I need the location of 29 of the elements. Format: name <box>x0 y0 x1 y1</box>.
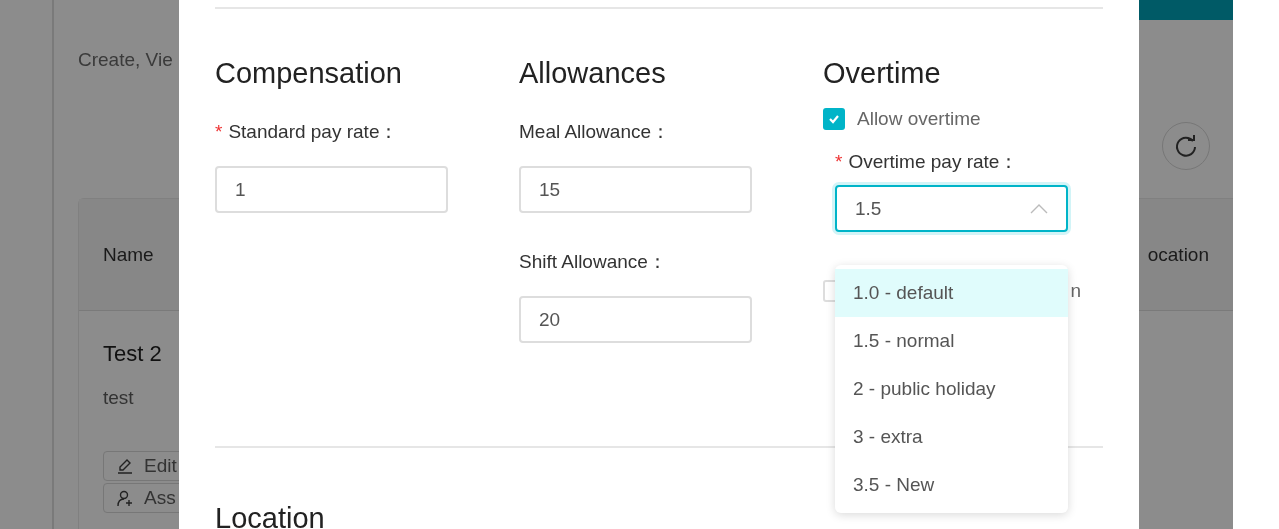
row-description: test <box>103 387 134 409</box>
column-header: ocation <box>1147 243 1209 266</box>
section-heading: Allowances <box>519 56 666 91</box>
page-subtitle: Create, Vie <box>78 49 173 71</box>
dropdown-option[interactable]: 1.5 - normal <box>835 317 1068 365</box>
field-label: * Overtime pay rate： <box>835 150 1019 174</box>
section-heading: Compensation <box>215 56 402 91</box>
dropdown-option[interactable]: 1.0 - default <box>835 269 1068 317</box>
field-label: Shift Allowance： <box>519 250 668 274</box>
dropdown-option[interactable]: 3 - extra <box>835 413 1068 461</box>
checkbox-label: n <box>1070 280 1081 302</box>
input-field[interactable]: 20 <box>519 296 752 343</box>
section-heading: Location <box>215 501 325 529</box>
pencil-icon <box>116 457 134 475</box>
add-user-icon <box>116 489 134 507</box>
column-header: Name <box>103 243 154 266</box>
dropdown-option[interactable]: 3.5 - New <box>835 461 1068 509</box>
select-field[interactable]: 1.5 <box>835 185 1068 232</box>
section-heading: Overtime <box>823 56 941 91</box>
checkbox[interactable] <box>823 108 845 130</box>
field-label: * Standard pay rate： <box>215 120 400 144</box>
input-field[interactable]: 15 <box>519 166 752 213</box>
refresh-icon <box>1173 133 1199 159</box>
input-field[interactable]: 1 <box>215 166 448 213</box>
row-title: Test 2 <box>103 341 162 367</box>
field-label: Meal Allowance： <box>519 120 672 144</box>
dropdown-option[interactable]: 2 - public holiday <box>835 365 1068 413</box>
chevron-up-icon <box>1030 203 1048 214</box>
checkbox-label: Allow overtime <box>857 108 981 130</box>
